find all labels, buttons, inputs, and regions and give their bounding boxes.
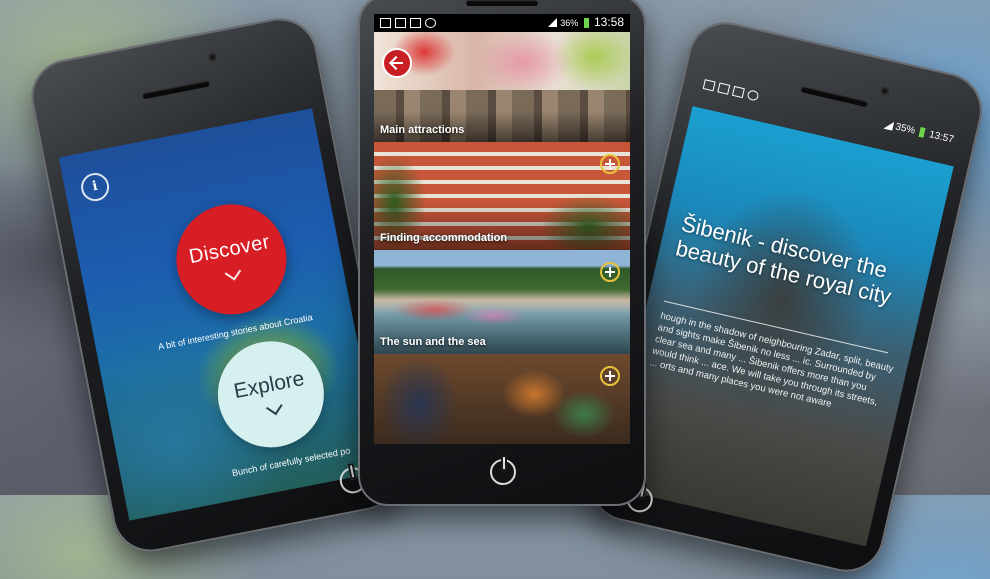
phone-center: 36% 13:58 Main attractions Finding accom…	[358, 0, 646, 506]
category-card-market[interactable]	[374, 354, 630, 444]
category-card-sun-and-sea[interactable]: The sun and the sea	[374, 250, 630, 357]
front-camera	[207, 52, 218, 62]
card-label: Main attractions	[380, 124, 465, 136]
battery-icon	[583, 17, 589, 28]
card-label: The sun and the sea	[380, 336, 486, 348]
back-arrow-icon[interactable]	[382, 48, 412, 78]
earpiece-speaker	[466, 0, 538, 6]
plus-icon[interactable]	[600, 262, 620, 282]
signal-icon	[883, 119, 894, 131]
status-time: 13:57	[927, 129, 955, 146]
plus-icon[interactable]	[600, 154, 620, 174]
earpiece-speaker	[142, 80, 210, 100]
card-label: Finding accommodation	[380, 232, 508, 244]
status-bar: 36% 13:58	[374, 14, 630, 32]
center-screen: 36% 13:58 Main attractions Finding accom…	[374, 14, 630, 444]
explore-label: Explore	[231, 366, 307, 404]
chevron-down-icon	[224, 264, 242, 281]
battery-percent: 36%	[560, 18, 579, 28]
battery-icon	[918, 127, 926, 139]
status-time: 13:58	[593, 15, 624, 29]
article-title: Šibenik - discover the beauty of the roy…	[673, 211, 894, 310]
left-screen: i Discover A bit of interesting stories …	[58, 108, 383, 521]
power-icon[interactable]	[490, 455, 516, 485]
info-icon[interactable]: i	[78, 170, 112, 204]
battery-percent: 35%	[894, 121, 917, 137]
status-right: 35% 13:57	[883, 119, 955, 146]
discover-subtitle: A bit of interesting stories about Croat…	[157, 312, 314, 352]
category-card-accommodation[interactable]: Finding accommodation	[374, 142, 630, 253]
header-image	[374, 32, 630, 93]
chevron-down-icon	[266, 398, 283, 416]
status-right: 36% 13:58	[547, 15, 624, 29]
category-card-main-attractions[interactable]: Main attractions	[374, 90, 630, 145]
discover-button[interactable]: Discover	[166, 194, 296, 324]
notification-icons	[702, 79, 763, 103]
front-camera	[880, 86, 890, 96]
signal-icon	[547, 18, 557, 28]
explore-button[interactable]: Explore	[208, 332, 334, 457]
notification-icons	[380, 17, 440, 29]
article-body: hough in the shadow of neighbouring Zada…	[648, 310, 895, 410]
plus-icon[interactable]	[600, 366, 620, 386]
